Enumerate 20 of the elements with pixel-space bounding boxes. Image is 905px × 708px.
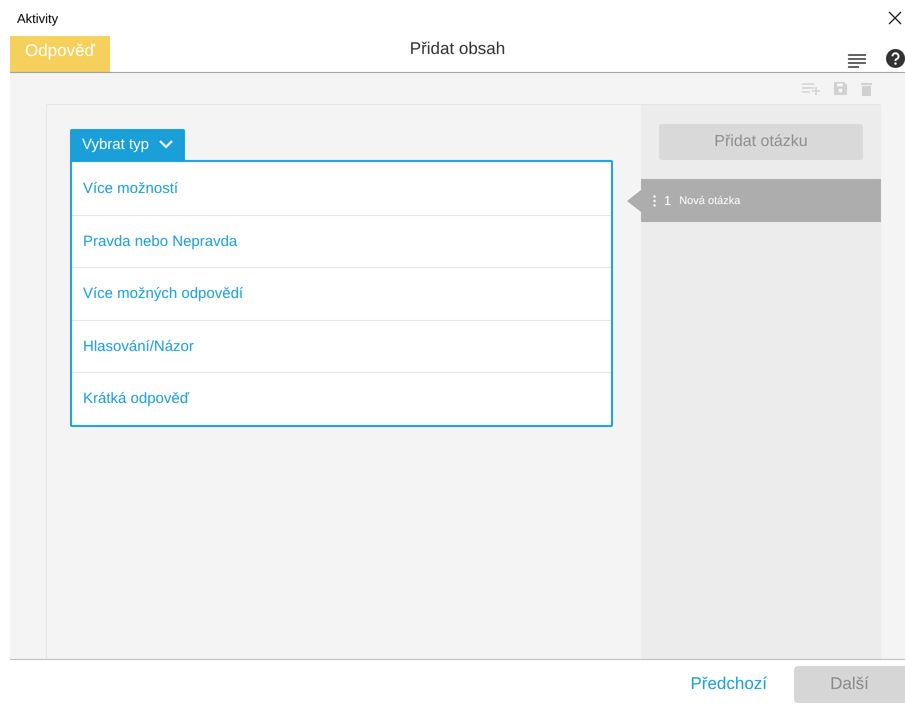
type-option[interactable]: Krátká odpověď: [72, 372, 611, 424]
previous-button[interactable]: Předchozí: [690, 674, 767, 694]
question-title: Nová otázka: [679, 194, 740, 206]
add-list-icon[interactable]: [802, 82, 820, 94]
question-number: 1: [664, 193, 672, 208]
type-option[interactable]: Více možných odpovědí: [72, 267, 611, 320]
type-option[interactable]: Více možností: [72, 162, 611, 214]
type-option[interactable]: Hlasování/Názor: [72, 320, 611, 372]
trash-icon[interactable]: [861, 82, 872, 96]
help-icon[interactable]: [886, 49, 905, 68]
type-option[interactable]: Pravda nebo Nepravda: [72, 214, 611, 267]
pointer-icon: [627, 190, 641, 212]
type-dropdown[interactable]: Vybrat typ: [70, 129, 185, 160]
window-title: Aktivity: [17, 10, 58, 26]
chevron-icon: [158, 140, 173, 149]
save-icon[interactable]: [834, 82, 847, 95]
page-title: Přidat obsah: [410, 39, 506, 59]
menu-icon[interactable]: [848, 54, 866, 68]
drag-handle-icon[interactable]: [653, 194, 656, 206]
close-button[interactable]: [887, 10, 903, 26]
